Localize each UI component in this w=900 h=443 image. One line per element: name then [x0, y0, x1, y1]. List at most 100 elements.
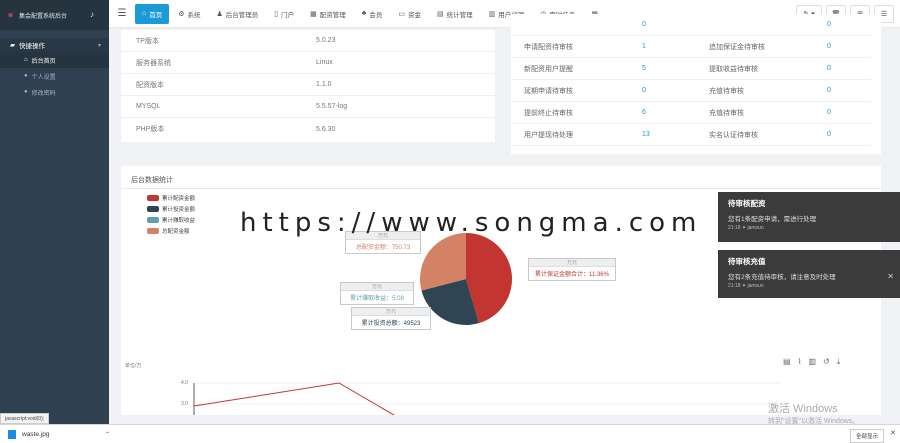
pending-row[interactable]: 申请配资待审核 1 — [511, 36, 696, 58]
windows-activation: 激活 Windows 转到"设置"以激活 Windows。 — [768, 400, 859, 426]
sidebar: ≋ 集会配置系统后台 ♪ ▰ 快捷操作 ▾ ⌂ 后台首页 ● 个人设置 ● 修改… — [0, 0, 109, 443]
pending-row[interactable]: 充值待审核 0 — [696, 102, 871, 124]
legend-item[interactable]: 累计投资金额 — [147, 205, 195, 213]
toast-title: 待审核充值 — [728, 257, 766, 266]
pending-row[interactable]: 提取收益待审核 0 — [696, 58, 871, 80]
download-item[interactable]: waste.jpg ⌃ — [0, 429, 110, 439]
sidebar-item-label: 修改密码 — [31, 90, 56, 97]
chevron-up-icon[interactable]: ⌃ — [105, 431, 110, 438]
pending-key: 延期申请待审核 — [524, 87, 573, 95]
tab-label: 门户 — [281, 11, 295, 19]
info-value: 5.0.23 — [316, 37, 336, 44]
pending-row[interactable]: 追加保证金待审核 0 — [696, 36, 871, 58]
tab-home[interactable]: ⌂ 首页 — [135, 3, 170, 24]
legend-swatch — [147, 217, 159, 223]
tab-label: 资金 — [408, 11, 421, 19]
pending-row[interactable]: 用户提现待处理 13 — [511, 124, 696, 146]
activation-title: 激活 Windows — [768, 403, 838, 415]
toast-title: 待审核配资 — [728, 199, 766, 208]
pending-value: 0 — [827, 87, 831, 94]
tab-members[interactable]: ♣ 会员 — [355, 4, 390, 24]
pending-row[interactable]: 延期申请待审核 0 — [511, 80, 696, 102]
line-chart-panel: 单位/万 ▤ ⌇ ▥ ↺ ⤓ 4.0 3.0 — [121, 355, 881, 415]
info-key: PHP版本 — [136, 126, 165, 133]
pie-label-earnings: 万元 累计赚取收益：5.08 — [340, 282, 414, 305]
portal-icon: ▯ — [274, 10, 279, 18]
sidebar-item-label: 后台首页 — [31, 58, 56, 65]
download-bar: waste.jpg ⌃ 全部显示 ✕ — [0, 424, 900, 443]
sidebar-item-home[interactable]: ⌂ 后台首页 — [0, 52, 109, 68]
pending-row[interactable]: 实名认证待审核 0 — [696, 124, 871, 146]
user-icon: ♟ — [216, 10, 223, 18]
folder-icon: ▰ — [10, 42, 15, 49]
tab-system[interactable]: ⚙ 系统 — [171, 4, 207, 24]
info-row: 配资版本 1.1.0 — [121, 74, 495, 96]
legend-item[interactable]: 累计赚取收益 — [147, 216, 195, 224]
system-info-panel: TP版本 5.0.23 服务器系统 Linux 配资版本 1.1.0 MYSQL 5.5… — [121, 30, 495, 142]
pending-value: 6 — [642, 109, 646, 116]
notification-toast[interactable]: 待审核充值 您有2条充值待审核，请注意及时处理 21:18 ✦ jamsun ✕ — [718, 250, 900, 298]
pending-value: 0 — [827, 131, 831, 138]
close-icon[interactable]: ✕ — [887, 272, 894, 281]
info-value: Linux — [316, 59, 333, 66]
legend-swatch — [147, 228, 159, 234]
chevron-icon: ▾ — [97, 42, 101, 49]
notification-toast[interactable]: 待审核配资 您有1条配资申请，需进行处理 21:18 ✦ jamsun — [718, 192, 900, 242]
toast-meta: 21:18 ✦ jamsun — [728, 225, 764, 231]
download-filename: waste.jpg — [22, 430, 50, 438]
menu-group-header[interactable]: ▰ 快捷操作 ▾ — [0, 38, 109, 52]
show-all-button[interactable]: 全部显示 — [849, 429, 884, 443]
tab-label: 后台管理员 — [225, 11, 259, 19]
money-icon: ▭ — [398, 10, 405, 18]
tip-header: 万元 — [352, 308, 430, 316]
image-file-icon — [8, 429, 16, 439]
logo-icon: ≋ — [8, 12, 14, 19]
close-icon[interactable]: ✕ — [890, 429, 896, 437]
toast-message: 您有2条充值待审核，请注意及时处理 — [728, 274, 836, 281]
pending-value: 0 — [642, 87, 646, 94]
tab-stats[interactable]: ▤ 统计管理 — [430, 4, 480, 24]
tip-header: 万元 — [529, 259, 615, 267]
pending-key: 申请配资待审核 — [524, 43, 573, 51]
legend-item[interactable]: 累计配资金额 — [147, 194, 195, 202]
pending-panel: 0 申请配资待审核 1 新配资用户提醒 5 延期申请待审核 0 提前终止待审核 6 用户… — [511, 14, 881, 154]
legend-swatch — [147, 206, 159, 212]
toast-meta: 21:18 ✦ jamsun — [728, 283, 764, 289]
tab-label: 统计管理 — [446, 11, 473, 19]
sidebar-item-password[interactable]: ● 修改密码 — [0, 84, 109, 100]
legend-item[interactable]: 总配资金额 — [147, 227, 190, 235]
tab-funds[interactable]: ▭ 资金 — [391, 4, 428, 24]
tab-admins[interactable]: ♟ 后台管理员 — [210, 4, 266, 24]
tab-margin[interactable]: ▦ 配资管理 — [303, 4, 353, 24]
pending-row[interactable]: 0 — [511, 14, 696, 36]
bell-icon[interactable]: ♪ — [90, 10, 94, 19]
pending-value: 0 — [827, 43, 831, 50]
tab-label: 配资管理 — [319, 11, 346, 19]
pending-value: 0 — [827, 65, 831, 72]
info-value: 5.6.30 — [316, 125, 336, 133]
brand: ≋ 集会配置系统后台 ♪ — [0, 0, 109, 30]
pending-value: 0 — [642, 21, 646, 28]
tab-portal[interactable]: ▯ 门户 — [267, 4, 301, 24]
agent-icon: ▥ — [488, 10, 496, 18]
pending-value: 5 — [642, 65, 646, 72]
brand-title: 集会配置系统后台 — [19, 13, 68, 20]
pending-row[interactable]: 0 — [696, 14, 871, 36]
pending-value: 0 — [827, 21, 831, 28]
chart-icon: ▤ — [437, 10, 444, 18]
pending-row[interactable]: 充值待审核 0 — [696, 80, 871, 102]
calc-icon: ▦ — [310, 10, 317, 18]
tip-body: 累计投资总额：49523 — [361, 321, 421, 327]
pending-row[interactable]: 新配资用户提醒 5 — [511, 58, 696, 80]
tip-body: 总配资金额：750.73 — [355, 245, 411, 251]
pending-value: 13 — [642, 131, 650, 138]
info-row: PHP版本 5.6.30 — [121, 118, 495, 140]
tab-label: 系统 — [187, 11, 201, 19]
pending-value: 1 — [642, 43, 646, 50]
watermark: https://www.songma.com — [240, 208, 703, 238]
tip-header: 万元 — [341, 283, 413, 291]
group-icon: ♣ — [361, 10, 367, 17]
menu-toggle-icon[interactable]: ☰ — [109, 8, 135, 19]
pending-row[interactable]: 提前终止待审核 6 — [511, 102, 696, 124]
sidebar-item-profile[interactable]: ● 个人设置 — [0, 68, 109, 84]
